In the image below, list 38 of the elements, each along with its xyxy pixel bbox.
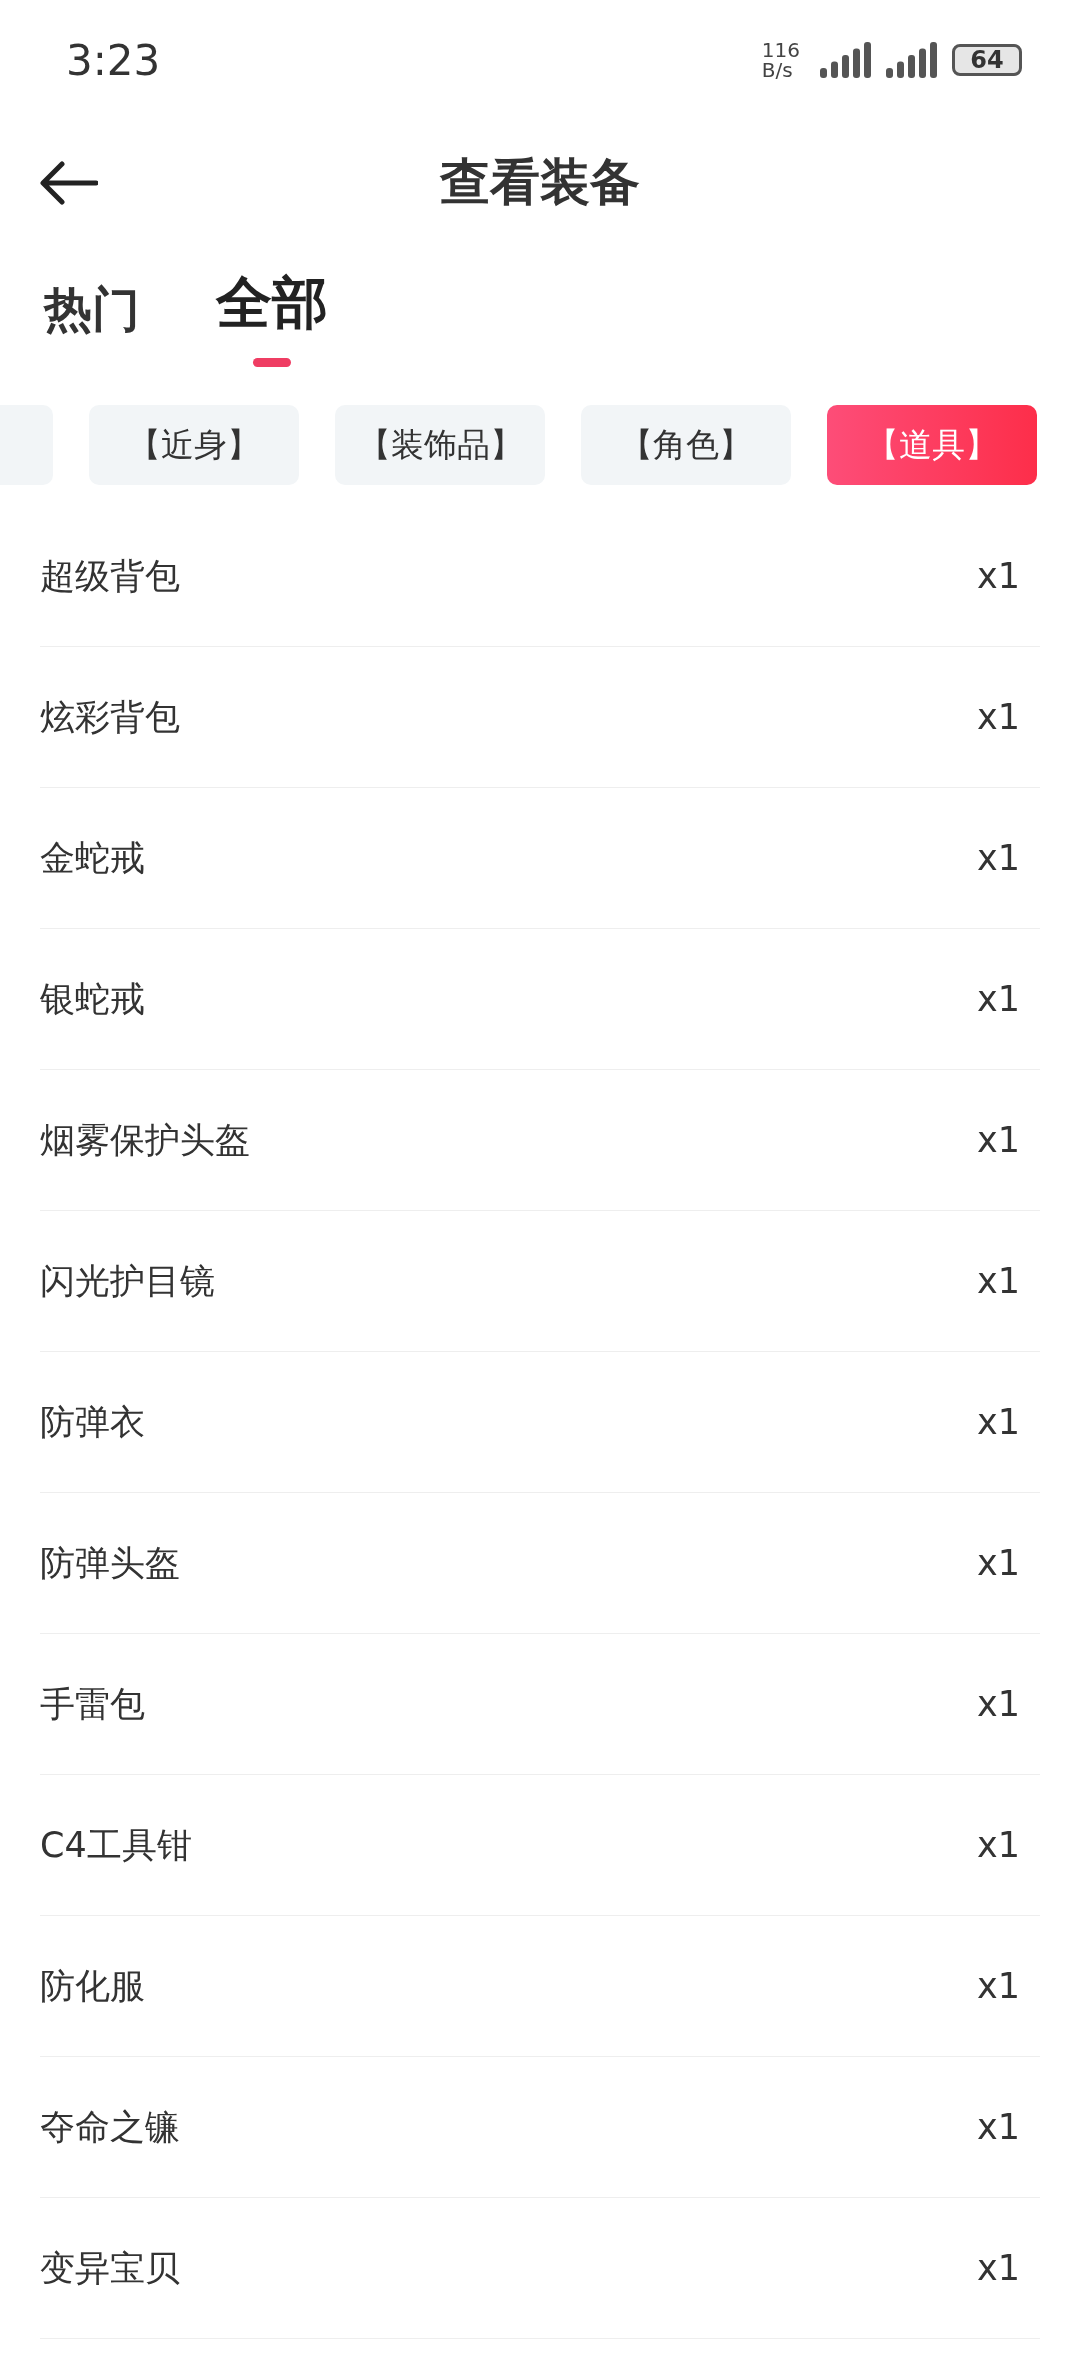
filter-chip[interactable]: 【装饰品】 [335,405,545,485]
item-name: 防弹衣 [40,1400,145,1444]
item-name: 炫彩背包 [40,695,180,739]
item-name: 手雷包 [40,1682,145,1726]
item-count: x1 [977,1120,1020,1160]
item-count: x1 [977,1402,1020,1442]
item-count: x1 [977,697,1020,737]
item-name: 超级背包 [40,554,180,598]
network-speed-unit: B/s [761,60,794,80]
item-name: 变异宝贝 [40,2246,180,2290]
item-count: x1 [977,2248,1020,2288]
item-count: x1 [977,838,1020,878]
item-count: x1 [977,1966,1020,2006]
page-title: 查看装备 [440,152,640,213]
back-icon[interactable] [40,160,98,205]
tab[interactable]: 全部 [216,266,328,375]
item-name: 金蛇戒 [40,836,145,880]
battery-icon: 64 [952,44,1022,76]
item-name: 防弹头盔 [40,1541,180,1585]
item-name: 银蛇戒 [40,977,145,1021]
item-name: 烟雾保护头盔 [40,1118,250,1162]
tab[interactable]: 热门 [44,278,140,375]
item-name: 夺命之镰 [40,2105,180,2149]
status-time: 3:23 [66,35,161,85]
filter-chip[interactable]: 【角色】 [581,405,791,485]
item-count: x1 [977,1825,1020,1865]
item-count: x1 [977,1684,1020,1724]
item-count: x1 [977,979,1020,1019]
item-name: 闪光护目镜 [40,1259,215,1303]
item-count: x1 [977,556,1020,596]
item-name: 防化服 [40,1964,145,2008]
item-count: x1 [977,1543,1020,1583]
network-speed: 116 [761,40,800,60]
item-name: C4工具钳 [40,1823,192,1867]
item-count: x1 [977,2107,1020,2147]
filter-chip[interactable]: 【近身】 [89,405,299,485]
filter-chip[interactable]: 【道具】 [827,405,1037,485]
item-count: x1 [977,1261,1020,1301]
